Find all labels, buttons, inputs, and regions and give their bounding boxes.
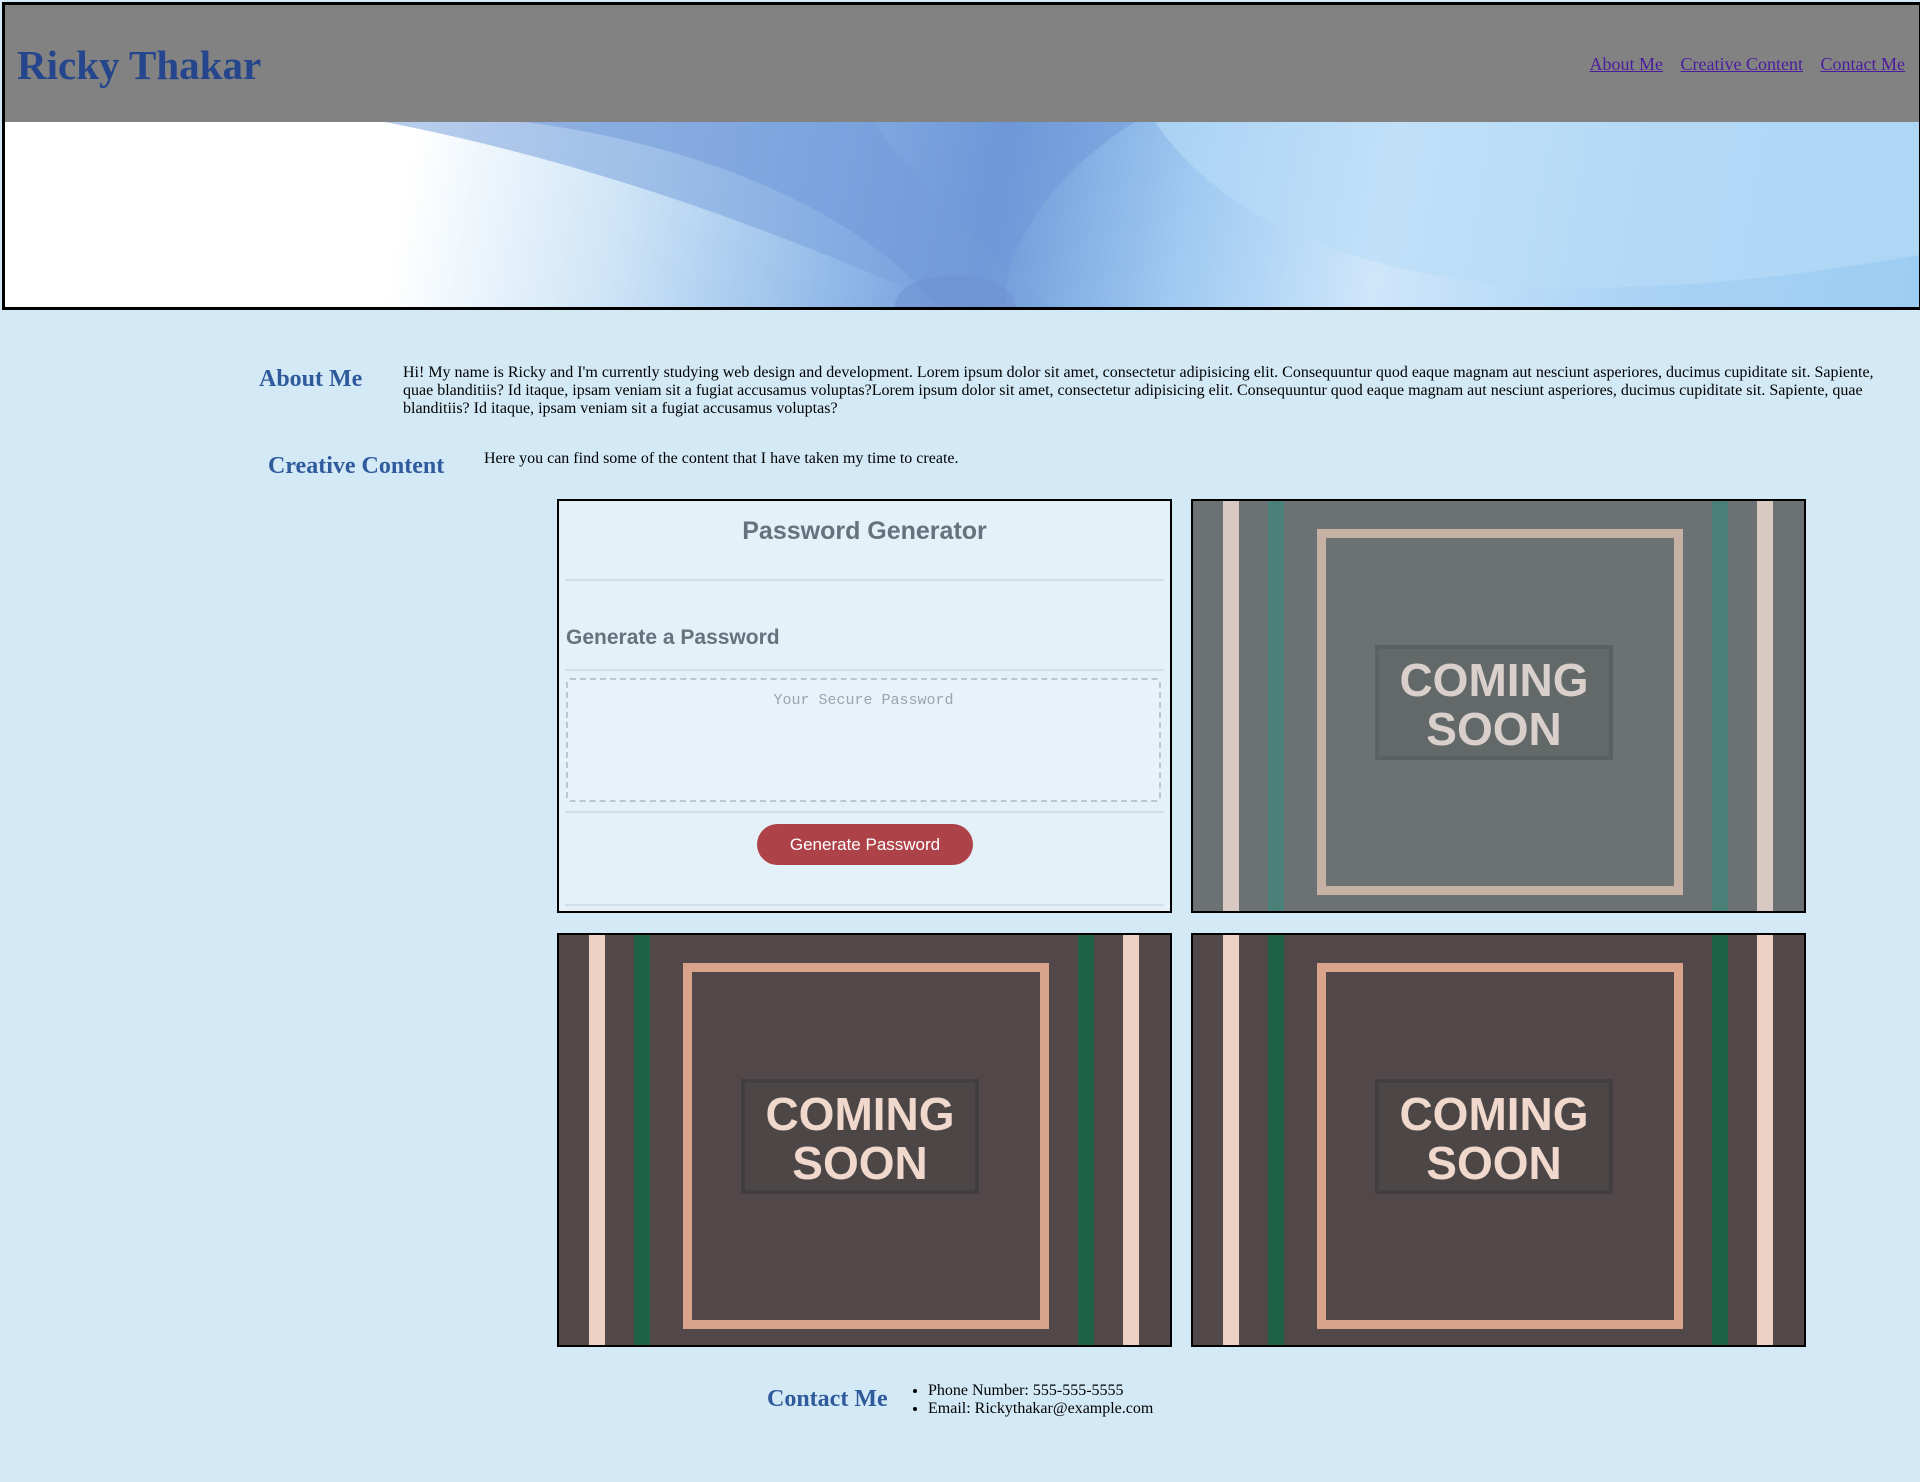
- coming-soon-word: SOON: [1426, 703, 1562, 755]
- contact-list: Phone Number: 555-555-5555 Email: Rickyt…: [907, 1382, 1153, 1418]
- coming-soon-label: COMING SOON: [1375, 1079, 1613, 1194]
- nav-link-about[interactable]: About Me: [1590, 54, 1664, 74]
- coming-soon-word: SOON: [792, 1137, 928, 1189]
- coming-soon-card[interactable]: COMING SOON: [557, 933, 1172, 1347]
- password-output-box: Your Secure Password: [566, 678, 1161, 802]
- contact-phone: Phone Number: 555-555-5555: [928, 1382, 1153, 1400]
- stripe: [1757, 501, 1773, 911]
- nav-link-contact[interactable]: Contact Me: [1821, 54, 1905, 74]
- divider: [565, 811, 1164, 813]
- coming-soon-word: SOON: [1426, 1137, 1562, 1189]
- creative-intro: Here you can find some of the content th…: [484, 450, 959, 467]
- stripe: [1712, 935, 1728, 1345]
- coming-soon-card[interactable]: COMING SOON: [1191, 499, 1806, 913]
- coming-soon-word: COMING: [765, 1088, 955, 1140]
- about-heading: About Me: [259, 366, 363, 392]
- stripe: [1223, 935, 1239, 1345]
- password-generator-card[interactable]: Password Generator Generate a Password Y…: [557, 499, 1172, 913]
- stripe: [1268, 935, 1284, 1345]
- about-text: Hi! My name is Ricky and I'm currently s…: [403, 364, 1874, 417]
- stripe: [589, 935, 605, 1345]
- creative-heading: Creative Content: [268, 453, 445, 479]
- divider: [565, 669, 1164, 671]
- divider: [565, 904, 1164, 906]
- header-bar: Ricky Thakar About Me Creative Content C…: [5, 5, 1919, 122]
- coming-soon-card[interactable]: COMING SOON: [1191, 933, 1806, 1347]
- stripe: [1757, 935, 1773, 1345]
- coming-soon-word: COMING: [1399, 1088, 1589, 1140]
- password-generator-title: Password Generator: [742, 517, 987, 545]
- site-title: Ricky Thakar: [17, 42, 262, 88]
- password-generator-subtitle: Generate a Password: [566, 626, 780, 649]
- stripe: [1123, 935, 1139, 1345]
- stripe: [1268, 501, 1284, 911]
- stripe: [1078, 935, 1094, 1345]
- password-placeholder: Your Secure Password: [773, 692, 954, 709]
- stripe: [1223, 501, 1239, 911]
- stripe: [1712, 501, 1728, 911]
- nav-link-creative-content[interactable]: Creative Content: [1681, 54, 1803, 74]
- generate-password-button[interactable]: Generate Password: [757, 824, 973, 865]
- coming-soon-word: COMING: [1399, 654, 1589, 706]
- coming-soon-label: COMING SOON: [1375, 645, 1613, 760]
- hero-banner: Ricky Thakar About Me Creative Content C…: [2, 2, 1920, 310]
- divider: [565, 579, 1164, 581]
- main-nav: About Me Creative Content Contact Me: [1577, 54, 1905, 75]
- contact-email: Email: Rickythakar@example.com: [928, 1400, 1153, 1418]
- coming-soon-label: COMING SOON: [741, 1079, 979, 1194]
- contact-heading: Contact Me: [767, 1386, 888, 1412]
- stripe: [634, 935, 650, 1345]
